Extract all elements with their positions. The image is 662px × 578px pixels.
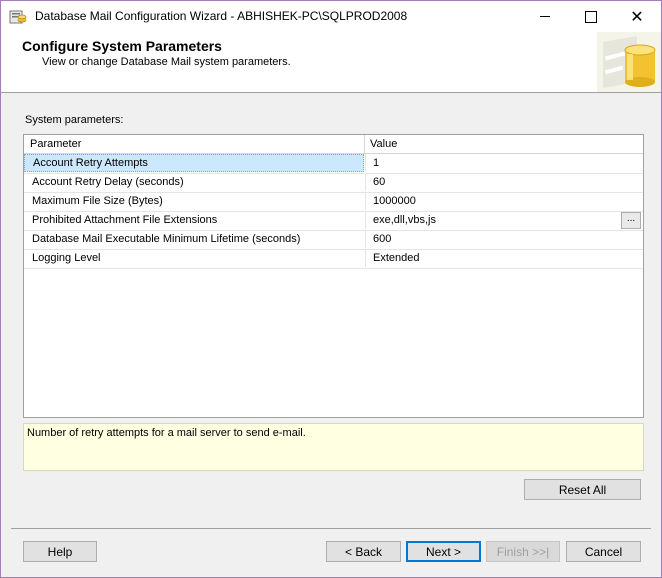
parameter-value[interactable]: 600 (365, 230, 643, 248)
parameter-value-text: exe,dll,vbs,js (373, 214, 436, 226)
maximize-icon (585, 10, 597, 23)
edit-extensions-button[interactable]: ... (621, 212, 641, 229)
column-separator (364, 135, 365, 153)
parameter-value[interactable]: 1000000 (365, 192, 643, 210)
database-mail-app-icon (9, 10, 27, 24)
minimize-button[interactable] (522, 1, 568, 32)
parameter-value[interactable]: exe,dll,vbs,js ... (365, 211, 643, 229)
help-button[interactable]: Help (23, 541, 97, 562)
wizard-header: Configure System Parameters View or chan… (1, 32, 661, 93)
table-row[interactable]: Maximum File Size (Bytes) 1000000 (24, 192, 643, 212)
wizard-window: Database Mail Configuration Wizard - ABH… (0, 0, 662, 578)
column-header-value[interactable]: Value (370, 138, 397, 150)
close-icon: ✕ (630, 8, 644, 26)
parameter-name[interactable]: Database Mail Executable Minimum Lifetim… (24, 230, 364, 248)
table-row[interactable]: Account Retry Delay (seconds) 60 (24, 173, 643, 193)
window-title: Database Mail Configuration Wizard - ABH… (35, 9, 408, 23)
parameter-description: Number of retry attempts for a mail serv… (23, 423, 644, 471)
parameters-grid: Parameter Value Account Retry Attempts 1… (23, 134, 644, 418)
parameter-name[interactable]: Account Retry Attempts (24, 154, 364, 172)
footer-divider (11, 528, 651, 529)
parameter-value[interactable]: 1 (365, 154, 643, 172)
finish-button[interactable]: Finish >>| (486, 541, 560, 562)
table-row[interactable]: Logging Level Extended (24, 249, 643, 269)
maximize-button[interactable] (568, 1, 614, 32)
parameter-name[interactable]: Prohibited Attachment File Extensions (24, 211, 364, 229)
parameter-name[interactable]: Logging Level (24, 249, 364, 267)
back-button[interactable]: < Back (326, 541, 401, 562)
grid-header: Parameter Value (24, 135, 643, 154)
cancel-button[interactable]: Cancel (566, 541, 641, 562)
parameter-name[interactable]: Account Retry Delay (seconds) (24, 173, 364, 191)
column-header-parameter[interactable]: Parameter (30, 138, 81, 150)
description-text: Number of retry attempts for a mail serv… (27, 427, 306, 439)
system-parameters-label: System parameters: (25, 114, 124, 126)
parameter-name[interactable]: Maximum File Size (Bytes) (24, 192, 364, 210)
parameter-value[interactable]: 60 (365, 173, 643, 191)
minimize-icon (540, 16, 550, 17)
parameter-value[interactable]: Extended (365, 249, 643, 267)
next-button[interactable]: Next > (406, 541, 481, 562)
table-row[interactable]: Database Mail Executable Minimum Lifetim… (24, 230, 643, 250)
page-subtitle: View or change Database Mail system para… (42, 56, 291, 68)
database-mail-banner-icon (597, 32, 661, 92)
reset-all-button[interactable]: Reset All (524, 479, 641, 500)
table-row[interactable]: Account Retry Attempts 1 (24, 154, 643, 174)
title-bar: Database Mail Configuration Wizard - ABH… (1, 1, 661, 32)
close-button[interactable]: ✕ (614, 1, 660, 32)
table-row[interactable]: Prohibited Attachment File Extensions ex… (24, 211, 643, 231)
page-title: Configure System Parameters (22, 38, 222, 54)
